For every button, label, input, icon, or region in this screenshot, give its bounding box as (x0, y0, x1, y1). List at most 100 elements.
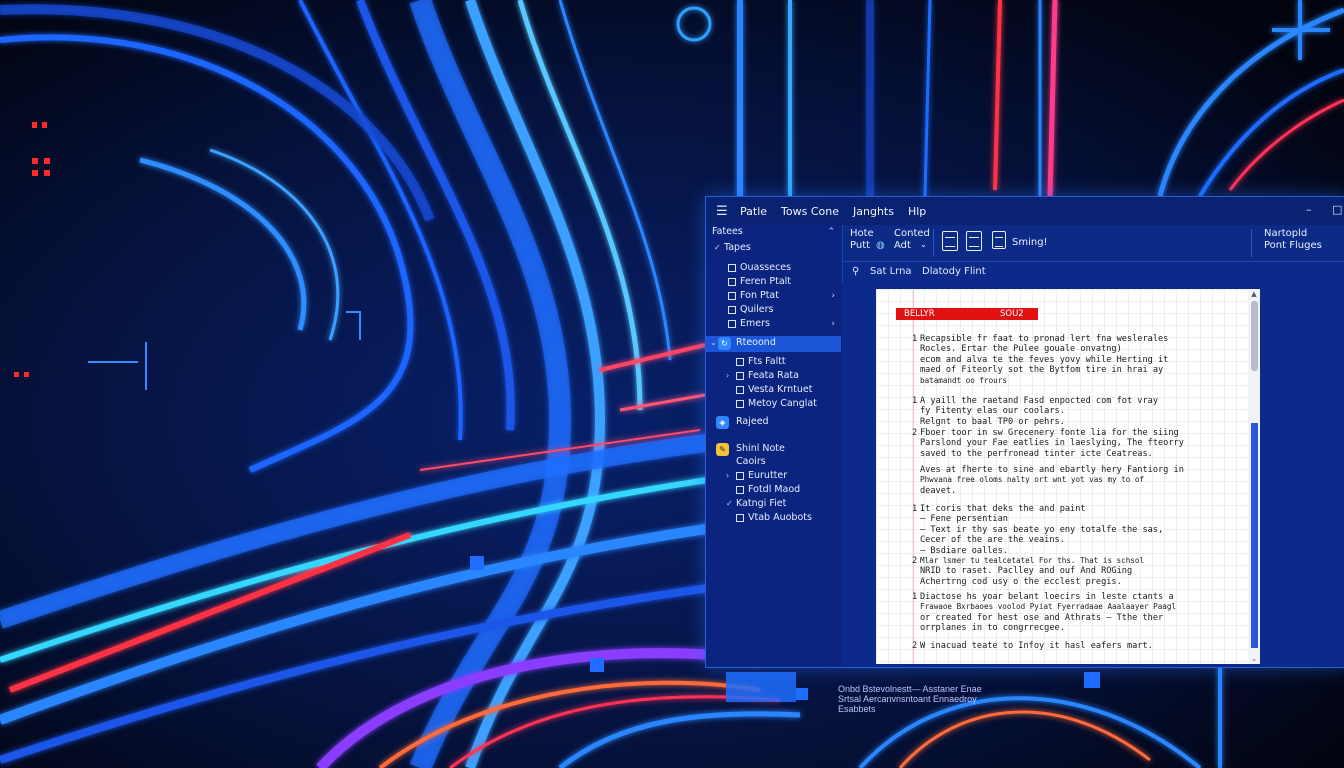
nav-item-label: Vesta Krntuet (748, 384, 813, 395)
nav-item-rajeed[interactable]: ◈ Rajeed (706, 415, 841, 431)
nav-item-label: Tapes (724, 242, 751, 253)
chevron-down-icon: ⌄ (710, 338, 717, 347)
paragraph-line: Mlar lsmer tu tealcetatel For ths. That … (920, 556, 1145, 565)
paragraph-line: Frawaoe Bxrbaoes voolod Pyiat Fyerradaae… (920, 602, 1177, 612)
pin-icon[interactable]: ⚲ (852, 266, 859, 277)
hamburger-icon[interactable]: ☰ (716, 204, 730, 219)
ribbon-paste-label: Putt (850, 240, 871, 251)
ribbon-right-label-2: Pont Fluges (1264, 240, 1322, 251)
document-save-icon[interactable] (992, 231, 1006, 249)
nav-item-sub[interactable]: Vtab Auobots (706, 511, 841, 525)
menu-item-tools[interactable]: Tows Cone (781, 205, 839, 218)
paragraph-number: 1 (912, 396, 918, 406)
nav-item-label: Metoy Canglat (748, 398, 817, 409)
check-icon: ✓ (726, 499, 733, 508)
paragraph-line: Aves at fherte to sine and ebartly hery … (920, 465, 1184, 475)
paragraph-line: saved to the perfronead tinter icte Ceat… (920, 448, 1153, 459)
paragraph-line: or created for hest ose and Athrats – Tt… (920, 612, 1164, 623)
page-icon (736, 472, 744, 480)
hud-bar-block (726, 672, 796, 702)
paragraph-number: 1 (912, 334, 918, 344)
wallpaper-small-text-1: Onbd Bstevolnestt— Asstaner Enae (838, 684, 982, 694)
app-icon: ◈ (716, 416, 729, 429)
paragraph-line: Rocles. Ertar the Pulee gouale onvatng) (920, 344, 1122, 355)
page-margin-line (913, 289, 914, 664)
nav-item-label: Fon Ptat (740, 290, 779, 301)
chevron-right-icon: › (726, 471, 730, 480)
document-icon[interactable] (942, 231, 958, 251)
chevron-right-icon[interactable]: › (831, 317, 835, 331)
nav-item-sub[interactable]: Feren Ptalt (706, 275, 841, 289)
chevron-right-icon: › (726, 371, 730, 380)
nav-item-sub[interactable]: › Feata Rata (706, 369, 841, 383)
paragraph: 1 Recapsible fr faat to pronad lert fna … (912, 334, 1242, 386)
nav-item-recorded-selected[interactable]: ⌄ ↻ Rteoond (706, 336, 841, 352)
globe-icon[interactable]: ◍ (876, 240, 885, 252)
paragraph-line: orrplanes in to congrrecgee. (920, 623, 1065, 634)
nav-item-label: Katngi Fiet (736, 498, 787, 509)
paragraph-line: Fboer toor in sw Grecenery fonte lia for… (920, 428, 1179, 438)
navigation-pane: Fatees ⌃ ✓ Tapes Ouasseces Feren Ptalt F… (706, 225, 843, 666)
document-copy-icon[interactable] (966, 231, 982, 251)
paragraph-line: Achertrng cod usy o the ecclest pregis. (920, 576, 1122, 587)
breadcrumb-document[interactable]: Dlatody Flint (922, 266, 986, 277)
chevron-up-icon[interactable]: ⌃ (827, 225, 835, 239)
nav-item-sub[interactable]: Quilers (706, 303, 841, 317)
nav-item-sub[interactable]: Emers › (706, 317, 841, 331)
paragraph: 1 Diactose hs yoar belant loecirs in les… (912, 592, 1242, 634)
page-icon (736, 514, 744, 522)
ribbon-right-label-1: Nartopld (1264, 228, 1308, 239)
page-icon (736, 486, 744, 494)
maximize-button[interactable]: □ (1332, 203, 1342, 216)
paragraph: 2 Mlar lsmer tu tealcetatel For ths. Tha… (912, 556, 1242, 587)
nav-item-sub[interactable]: › Eurutter (706, 469, 841, 483)
paragraph-line: – Text ir thy sas beate yo eny totalfe t… (920, 524, 1164, 535)
nav-item-label: Vtab Auobots (748, 512, 812, 523)
paragraph-number: 2 (912, 428, 918, 438)
wallpaper-small-text-2: Srtsal Aercanvnsntoant Ennaedroy (838, 694, 977, 704)
nav-item-sub[interactable]: Metoy Canglat (706, 397, 841, 411)
nav-item-sub[interactable]: Fts Faltt (706, 355, 841, 369)
vertical-scrollbar[interactable]: ▲ ⌄ (1248, 289, 1260, 664)
breadcrumb-location[interactable]: Sat Lrna (870, 266, 912, 277)
nav-item-sub[interactable]: Fon Ptat › (706, 289, 841, 303)
scroll-thumb[interactable] (1251, 301, 1258, 371)
nav-item-sub[interactable]: Ouasseces (706, 261, 841, 275)
scroll-track-highlight (1251, 423, 1258, 648)
saving-status: Sming! (1012, 237, 1048, 248)
document-heading: BELLYR SOU2 (896, 308, 1038, 320)
nav-item-label: Fotdl Maod (748, 484, 801, 495)
nav-item-sub[interactable]: ✓ Katngi Fiet (706, 497, 841, 511)
ribbon-group-home[interactable]: Hote Putt (850, 228, 874, 252)
document-page[interactable]: BELLYR SOU2 1 Recapsible fr faat to pron… (876, 289, 1248, 664)
paragraph-line: – Fene persentian (920, 514, 1008, 525)
nav-item-tapes[interactable]: ✓ Tapes (706, 241, 841, 255)
chevron-down-icon[interactable]: ⌄ (920, 239, 927, 251)
nav-item-label: Feata Rata (748, 370, 799, 381)
scroll-up-arrow-icon[interactable]: ▲ (1248, 289, 1260, 299)
menu-item-file[interactable]: Patle (740, 205, 767, 218)
ribbon-group-right[interactable]: Nartopld Pont Fluges (1264, 228, 1322, 252)
nav-item-sub[interactable]: Fotdl Maod (706, 483, 841, 497)
paragraph-line: Cecer of the are the veains. (920, 535, 1065, 546)
check-icon: ✓ (714, 243, 721, 252)
nav-item-label: Rteoond (736, 337, 776, 348)
paragraph: Aves at fherte to sine and ebartly hery … (920, 465, 1242, 496)
menu-item-help[interactable]: Hlp (908, 205, 926, 218)
minimize-button[interactable]: – (1306, 203, 1312, 216)
nav-item-sub[interactable]: Vesta Krntuet (706, 383, 841, 397)
heading-left-text: BELLYR (904, 309, 935, 319)
nav-header-label: Fatees (712, 226, 743, 237)
paragraph-line: A yaill the raetand Fasd enpocted com fo… (920, 396, 1158, 406)
menu-item-insights[interactable]: Janghts (853, 205, 894, 218)
nav-item-label: Rajeed (736, 416, 769, 427)
paragraph-number: 1 (912, 504, 918, 514)
chevron-right-icon[interactable]: › (831, 289, 835, 303)
wallpaper-small-text-3: Esabbets (838, 704, 876, 714)
refresh-icon: ↻ (718, 337, 731, 350)
breadcrumb: ⚲ Sat Lrna Dlatody Flint (842, 261, 1344, 283)
page-icon (736, 358, 744, 366)
paragraph-line: batamandt oo frours (920, 375, 1007, 385)
scroll-down-arrow-icon[interactable]: ⌄ (1248, 654, 1260, 664)
nav-item-sub[interactable]: Caoirs (706, 455, 841, 469)
